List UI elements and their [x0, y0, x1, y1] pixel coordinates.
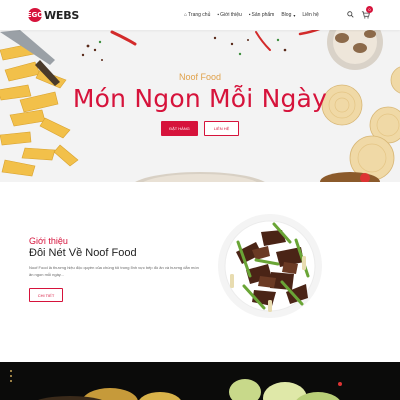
nav-item-blog[interactable]: Blog ▾	[281, 12, 295, 18]
beef-dish-image	[218, 214, 322, 318]
box-icon: ▪	[248, 12, 251, 18]
hero-banner: Noof Food Món Ngon Mỗi Ngày ĐẶT HÀNG LIÊ…	[0, 30, 400, 182]
logo-text: WEBS	[44, 8, 80, 22]
caret-down-icon: ▾	[293, 12, 296, 18]
search-icon[interactable]	[347, 11, 354, 18]
nav-item-label: Liên hệ	[302, 12, 319, 18]
carousel-dots	[10, 370, 12, 382]
site-header: EGO WEBS ⌂ Trang chủ ▪ Giới thiệu ▪ Sản …	[0, 0, 400, 30]
nav-item-label: Blog	[281, 12, 292, 18]
info-icon: ▪	[217, 12, 220, 18]
site-logo[interactable]: EGO WEBS	[27, 8, 80, 22]
hero-subtitle: Noof Food	[178, 72, 222, 82]
cart-count-badge: 0	[366, 6, 373, 13]
details-button[interactable]: CHI TIẾT	[29, 288, 63, 302]
order-button[interactable]: ĐẶT HÀNG	[161, 121, 198, 136]
about-description: Noof Food là thương hiệu độc quyền của c…	[29, 265, 199, 277]
about-subtitle: Giới thiệu	[29, 236, 68, 246]
carousel-dot[interactable]	[10, 370, 12, 372]
logo-mark: EGO	[27, 8, 43, 22]
nav-item-products[interactable]: ▪ Sản phẩm	[249, 12, 275, 18]
nav-item-home[interactable]: ⌂ Trang chủ	[184, 12, 210, 18]
nav-item-label: Trang chủ	[188, 12, 211, 18]
dark-food-decoration	[38, 379, 342, 400]
carousel-dot[interactable]	[10, 380, 12, 382]
dark-section	[0, 362, 400, 400]
hero-title: Món Ngon Mỗi Ngày	[72, 84, 328, 113]
contact-button[interactable]: LIÊN HỆ	[204, 121, 239, 136]
main-nav: ⌂ Trang chủ ▪ Giới thiệu ▪ Sản phẩm Blog…	[184, 0, 319, 30]
nav-item-contact[interactable]: Liên hệ	[302, 12, 318, 18]
carousel-dot[interactable]	[10, 375, 12, 377]
home-icon: ⌂	[184, 12, 188, 18]
nav-item-label: Sản phẩm	[251, 12, 275, 18]
nav-item-about[interactable]: ▪ Giới thiệu	[217, 12, 241, 18]
nav-item-label: Giới thiệu	[220, 12, 242, 18]
about-title: Đôi Nét Về Noof Food	[29, 247, 137, 259]
